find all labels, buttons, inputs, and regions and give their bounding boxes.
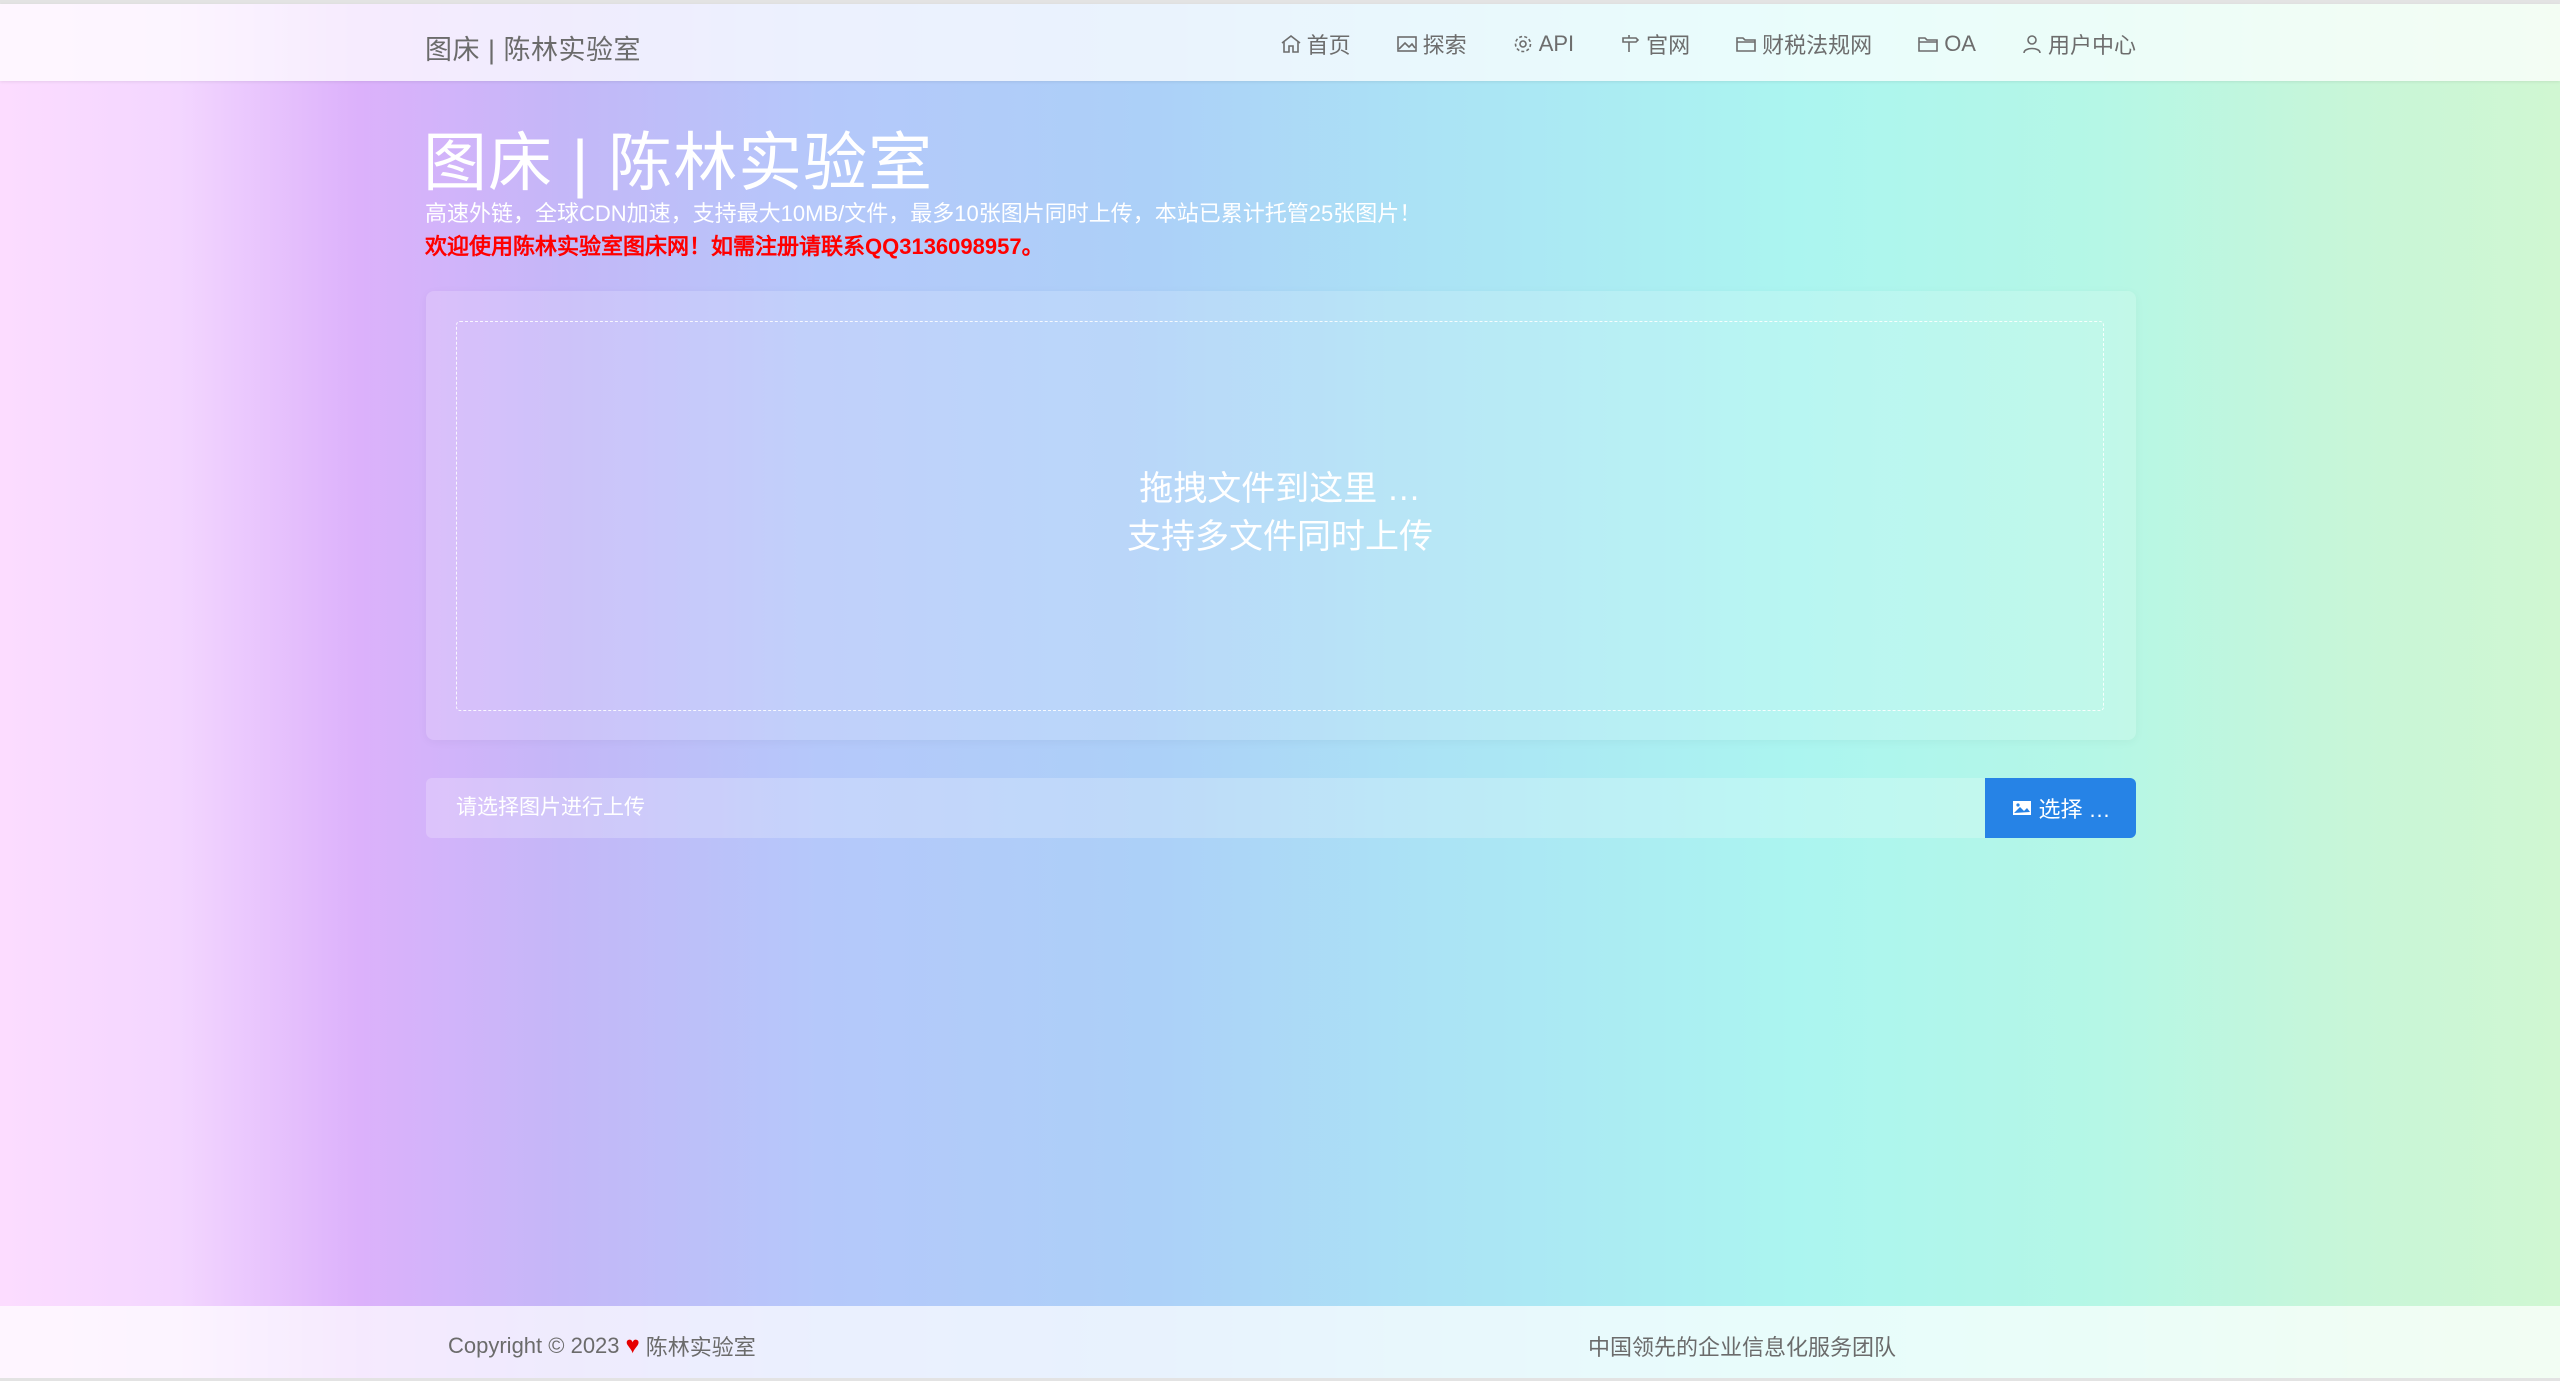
user-icon — [2020, 32, 2044, 56]
file-dropzone[interactable]: 拖拽文件到这里 … 支持多文件同时上传 — [456, 321, 2104, 711]
choose-file-button[interactable]: 选择 … — [1985, 778, 2136, 838]
footer-slogan: 中国领先的企业信息化服务团队 — [1588, 1335, 1897, 1360]
signpost-icon — [1618, 32, 1642, 56]
nav-item-api[interactable]: API — [1511, 31, 1574, 57]
upload-panel: 拖拽文件到这里 … 支持多文件同时上传 — [426, 291, 2136, 740]
nav-item-explore[interactable]: 探索 — [1395, 28, 1467, 60]
nav-label: 首页 — [1306, 33, 1351, 58]
nav-label: API — [1538, 31, 1575, 56]
registration-notice: 欢迎使用陈林实验室图床网！如需注册请联系QQ3136098957。 — [425, 234, 1044, 259]
brand-link[interactable]: 图床 | 陈林实验室 — [425, 28, 641, 67]
nav-item-user-center[interactable]: 用户中心 — [2020, 28, 2136, 60]
nav-label: OA — [1944, 31, 1976, 56]
choose-file-label: 选择 … — [2038, 797, 2111, 822]
copyright-text: Copyright © 2023 — [448, 1333, 620, 1358]
nav-label: 财税法规网 — [1762, 33, 1873, 58]
folder-icon — [1734, 32, 1758, 56]
image-icon — [1395, 32, 1419, 56]
heart-icon: ♥ — [625, 1332, 640, 1359]
file-select-bar: 请选择图片进行上传 选择 … — [426, 778, 2136, 838]
dropzone-subhint: 支持多文件同时上传 — [1127, 518, 1433, 556]
nav-item-oa[interactable]: OA — [1916, 31, 1976, 57]
page-subtitle: 高速外链，全球CDN加速，支持最大10MB/文件，最多10张图片同时上传，本站已… — [425, 201, 1422, 226]
dropzone-hint: 拖拽文件到这里 … — [1139, 470, 1421, 508]
file-path-input[interactable]: 请选择图片进行上传 — [426, 778, 1985, 838]
nav-label: 用户中心 — [2047, 33, 2136, 58]
main-nav: 首页 探索 API 官网 财税法规网 OA 用户中心 — [1235, 28, 2136, 60]
page-title: 图床 | 陈林实验室 — [423, 127, 934, 199]
navbar: 图床 | 陈林实验室 首页 探索 API 官网 财税法规网 OA 用户中心 — [0, 4, 2560, 81]
footer-copyright: Copyright © 2023 ♥ 陈林实验室 — [448, 1330, 756, 1362]
home-icon — [1279, 32, 1303, 56]
folder-icon — [1916, 32, 1940, 56]
nav-item-official-site[interactable]: 官网 — [1618, 28, 1690, 60]
gear-icon — [1511, 32, 1535, 56]
nav-label: 探索 — [1422, 33, 1467, 58]
footer: Copyright © 2023 ♥ 陈林实验室 中国领先的企业信息化服务团队 — [0, 1306, 2560, 1381]
footer-owner-link[interactable]: 陈林实验室 — [646, 1330, 756, 1362]
nav-item-tax-law[interactable]: 财税法规网 — [1734, 28, 1872, 60]
image-icon — [2010, 796, 2034, 820]
nav-label: 官网 — [1646, 33, 1691, 58]
nav-item-home[interactable]: 首页 — [1279, 28, 1351, 60]
